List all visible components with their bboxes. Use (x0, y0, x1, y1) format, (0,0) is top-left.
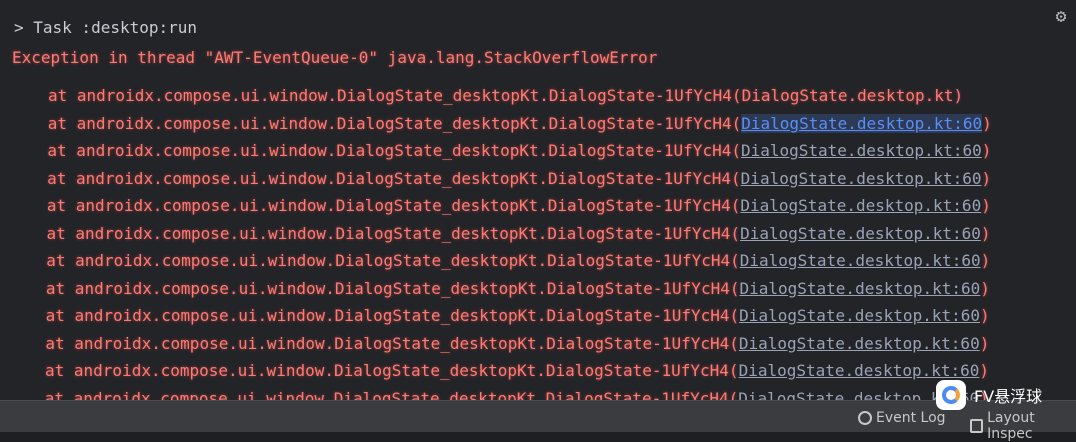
stack-frame-text: at androidx.compose.ui.window.DialogStat… (47, 113, 742, 133)
source-link[interactable]: DialogState.desktop.kt:60 (739, 279, 980, 298)
stack-frame-text: at androidx.compose.ui.window.DialogStat… (48, 86, 742, 105)
source-link[interactable]: DialogState.desktop.kt:60 (740, 196, 981, 215)
stack-frame-close-paren: ) (953, 86, 964, 105)
stack-frame-text: at androidx.compose.ui.window.DialogStat… (47, 168, 741, 188)
stack-frame-text: at androidx.compose.ui.window.DialogStat… (46, 223, 741, 243)
stack-frame-text: at androidx.compose.ui.window.DialogStat… (45, 306, 740, 325)
stack-frame: at androidx.compose.ui.window.DialogStat… (46, 247, 1056, 275)
stack-frame-close-paren: ) (980, 278, 990, 298)
stack-frame-text: at androidx.compose.ui.window.DialogStat… (45, 361, 739, 380)
source-link[interactable]: DialogState.desktop.kt:60 (739, 334, 980, 353)
source-link[interactable]: DialogState.desktop.kt:60 (741, 113, 983, 133)
stack-frame: at androidx.compose.ui.window.DialogStat… (47, 137, 1056, 165)
stack-frame-close-paren: ) (980, 223, 991, 243)
floating-ball-badge[interactable]: FV悬浮球 (936, 378, 1042, 412)
stack-frame: at androidx.compose.ui.window.DialogStat… (47, 165, 1056, 193)
stack-frame-close-paren: ) (980, 306, 990, 325)
source-link: DialogState.desktop.kt (741, 86, 954, 105)
layout-inspector-label: Layout Inspec (987, 410, 1035, 442)
stack-frame: at androidx.compose.ui.window.DialogStat… (48, 82, 1056, 110)
event-log-button[interactable]: Event Log (858, 410, 946, 426)
event-log-label: Event Log (876, 410, 946, 426)
stack-frame: at androidx.compose.ui.window.DialogStat… (47, 192, 1056, 220)
floating-ball-label: FV悬浮球 (974, 387, 1043, 406)
stack-frame: at androidx.compose.ui.window.DialogStat… (45, 330, 1056, 358)
stack-frame-text: at androidx.compose.ui.window.DialogStat… (46, 196, 741, 215)
run-console: ⚙ > Task :desktop:run Exception in threa… (0, 0, 1076, 400)
stack-trace: at androidx.compose.ui.window.DialogStat… (45, 82, 1057, 401)
stack-frame-text: at androidx.compose.ui.window.DialogStat… (44, 388, 739, 401)
stack-frame-text: at androidx.compose.ui.window.DialogStat… (47, 141, 741, 160)
source-link[interactable]: DialogState.desktop.kt:60 (740, 251, 981, 270)
gear-icon[interactable]: ⚙ (1050, 6, 1072, 28)
stack-frame: at androidx.compose.ui.window.DialogStat… (45, 357, 1056, 385)
event-log-icon (858, 411, 872, 425)
stack-frame: at androidx.compose.ui.window.DialogStat… (48, 110, 1056, 138)
stack-frame-close-paren: ) (981, 196, 991, 215)
source-link[interactable]: DialogState.desktop.kt:60 (741, 169, 982, 188)
stack-frame-close-paren: ) (982, 113, 992, 133)
stack-frame: at androidx.compose.ui.window.DialogStat… (46, 302, 1056, 330)
stack-frame-close-paren: ) (980, 251, 991, 270)
stack-frame-text: at androidx.compose.ui.window.DialogStat… (46, 251, 740, 270)
exception-line: Exception in thread "AWT-EventQueue-0" j… (12, 48, 658, 67)
layout-inspector-button[interactable]: Layout Inspec (970, 410, 1076, 442)
stack-frame: at androidx.compose.ui.window.DialogStat… (46, 275, 1056, 303)
floating-ball-logo-icon (936, 380, 966, 410)
source-link[interactable]: DialogState.desktop.kt:60 (741, 141, 982, 160)
stack-frame-close-paren: ) (981, 168, 992, 188)
stack-frame-text: at androidx.compose.ui.window.DialogStat… (45, 333, 739, 353)
status-bar: Event Log Layout Inspec (0, 400, 1076, 442)
stack-frame: at androidx.compose.ui.window.DialogStat… (47, 220, 1057, 248)
stack-frame-close-paren: ) (979, 333, 990, 353)
stack-frame-text: at androidx.compose.ui.window.DialogStat… (45, 278, 740, 298)
stack-frame: at androidx.compose.ui.window.DialogStat… (45, 385, 1056, 401)
task-line: > Task :desktop:run (14, 18, 198, 37)
stack-frame-close-paren: ) (981, 141, 992, 160)
source-link[interactable]: DialogState.desktop.kt:60 (740, 224, 981, 243)
source-link[interactable]: DialogState.desktop.kt:60 (739, 306, 980, 325)
